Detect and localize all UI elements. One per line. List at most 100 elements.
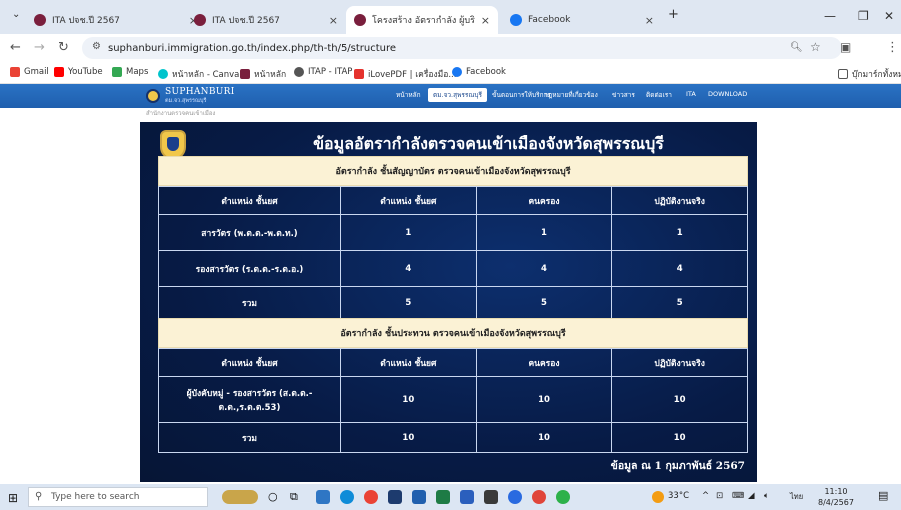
network-icon[interactable]: ⊡: [716, 491, 723, 501]
tab-label: ITA ปจช.ปี 2567: [52, 16, 120, 26]
tab-ita-1[interactable]: ITA ปจช.ปี 2567 ×: [26, 6, 206, 34]
site-logo[interactable]: SUPHANBURI ตม.จว.สุพรรณบุรี: [146, 86, 235, 106]
temperature[interactable]: 33°C: [668, 491, 689, 501]
close-icon[interactable]: ×: [481, 14, 490, 27]
zoom-icon[interactable]: 🔍︎: [790, 42, 803, 53]
news-widget-icon[interactable]: [222, 490, 258, 504]
police-badge-icon: [240, 69, 250, 79]
windows-taskbar: ⊞ ⚲ Type here to search ○ ⧉ 33°C ^ ⊡ ⌨ ◢…: [0, 484, 901, 510]
bookmark-youtube[interactable]: YouTube: [54, 67, 103, 77]
new-tab-button[interactable]: +: [668, 7, 679, 22]
canva-icon: [158, 69, 168, 79]
tab-search-icon[interactable]: ⌄: [12, 9, 20, 20]
excel-icon[interactable]: [436, 490, 450, 504]
column-header: ตำแหน่ง ชั้นยศ: [340, 186, 477, 215]
section-heading: อัตรากำลัง ชั้นสัญญาบัตร ตรวจคนเข้าเมือง…: [158, 156, 748, 186]
minimize-icon[interactable]: —: [824, 9, 836, 23]
close-window-icon[interactable]: ✕: [884, 9, 894, 23]
table-cell: รองสารวัตร (ร.ต.ต.-ร.ต.อ.): [158, 250, 341, 287]
cortana-icon[interactable]: ○: [268, 490, 278, 503]
volume-icon[interactable]: 🔈︎: [764, 491, 769, 501]
column-header: ตำแหน่ง ชั้นยศ: [340, 348, 477, 377]
app-icon[interactable]: [508, 490, 522, 504]
calculator-icon[interactable]: [484, 490, 498, 504]
clock[interactable]: 11:10 8/4/2567: [818, 486, 854, 508]
menu-services[interactable]: ขั้นตอนการให้บริการ: [492, 90, 551, 100]
noncommissioned-section: อัตรากำลัง ชั้นประทวน ตรวจคนเข้าเมืองจัง…: [158, 318, 748, 453]
bookmark-maps[interactable]: Maps: [112, 67, 148, 77]
chrome-icon[interactable]: [364, 490, 378, 504]
bookmark-facebook[interactable]: Facebook: [452, 67, 506, 77]
media-icon[interactable]: [532, 490, 546, 504]
close-icon[interactable]: ×: [329, 14, 338, 27]
menu-download[interactable]: DOWNLOAD: [708, 90, 747, 98]
menu-home[interactable]: หน้าหลัก: [396, 90, 421, 100]
weather-icon[interactable]: [652, 491, 664, 503]
forward-icon[interactable]: →: [34, 40, 45, 55]
windows-start-icon[interactable]: ⊞: [8, 491, 18, 505]
close-icon[interactable]: ×: [645, 14, 654, 27]
ime-icon[interactable]: ⌨: [732, 491, 744, 501]
menu-about[interactable]: ตม.จว.สุพรรณบุรี: [428, 88, 487, 102]
bookmark-home[interactable]: หน้าหลัก: [240, 67, 286, 81]
store-icon[interactable]: [412, 490, 426, 504]
bookmark-itap[interactable]: ITAP - ITAP: [294, 67, 352, 77]
bookmark-label: บุ๊กมาร์กทั้งหมด: [852, 70, 901, 80]
column-header: คนครอง: [475, 348, 613, 377]
menu-icon[interactable]: ⋮: [886, 40, 899, 55]
site-info-icon[interactable]: ⚙: [92, 41, 101, 52]
bookmark-gmail[interactable]: Gmail: [10, 67, 49, 77]
bookmark-ilovepdf[interactable]: iLovePDF | เครื่องมือ...: [354, 67, 456, 81]
table-cell: 4: [475, 250, 613, 287]
data-date-note: ข้อมูล ณ 1 กุมภาพันธ์ 2567: [610, 460, 745, 472]
mail-icon[interactable]: [388, 490, 402, 504]
url-text: suphanburi.immigration.go.th/index.php/t…: [108, 42, 397, 54]
table-cell: 10: [340, 422, 477, 453]
menu-ita[interactable]: ITA: [686, 90, 696, 98]
table-cell: 10: [475, 376, 613, 423]
all-bookmarks[interactable]: บุ๊กมาร์กทั้งหมด: [838, 67, 901, 81]
column-header: ปฏิบัติงานจริง: [611, 348, 748, 377]
tab-label: โครงสร้าง อัตรากำลัง ผู้บริหาร: [372, 16, 475, 26]
clock-date: 8/4/2567: [818, 498, 854, 507]
reload-icon[interactable]: ↻: [58, 40, 69, 55]
tab-ita-2[interactable]: ITA ปจช.ปี 2567 ×: [186, 6, 346, 34]
table-row: สารวัตร (พ.ต.ต.-พ.ต.ท.) 1 1 1: [158, 214, 748, 251]
tab-structure[interactable]: โครงสร้าง อัตรากำลัง ผู้บริหาร ×: [346, 6, 498, 34]
column-header: ปฏิบัติงานจริง: [611, 186, 748, 215]
address-bar[interactable]: ⚙ suphanburi.immigration.go.th/index.php…: [82, 37, 842, 59]
bookmarks-bar: Gmail YouTube Maps หน้าหลัก - Canva หน้า…: [0, 62, 901, 84]
commissioned-section: อัตรากำลัง ชั้นสัญญาบัตร ตรวจคนเข้าเมือง…: [158, 156, 748, 320]
bookmark-star-icon[interactable]: ☆: [810, 40, 821, 54]
menu-contact[interactable]: ติดต่อเรา: [646, 90, 672, 100]
restore-icon[interactable]: ❐: [858, 9, 869, 23]
facebook-icon: [452, 67, 462, 77]
tray-chevron-icon[interactable]: ^: [702, 491, 709, 501]
table-cell: ผู้บังคับหมู่ - รองสารวัตร (ส.ต.ต.-ด.ต.,…: [158, 376, 341, 423]
bookmark-canva[interactable]: หน้าหลัก - Canva: [158, 67, 239, 81]
taskbar-search-input[interactable]: ⚲ Type here to search: [28, 487, 208, 507]
language-indicator[interactable]: ไทย: [790, 491, 803, 503]
table-cell: 5: [611, 286, 748, 320]
notifications-icon[interactable]: ▤: [878, 489, 888, 502]
table-cell: 1: [611, 214, 748, 251]
wifi-icon[interactable]: ◢: [748, 491, 755, 501]
side-panel-icon[interactable]: ▣: [840, 40, 851, 54]
word-icon[interactable]: [460, 490, 474, 504]
tab-favicon-icon: [34, 14, 46, 26]
bookmark-label: Facebook: [466, 67, 506, 77]
edge-icon[interactable]: [340, 490, 354, 504]
youtube-icon: [54, 67, 64, 77]
task-view-icon[interactable]: ⧉: [290, 490, 298, 504]
menu-news[interactable]: ข่าวสาร: [612, 90, 635, 100]
tablet-app-icon[interactable]: [316, 490, 330, 504]
maps-icon: [112, 67, 122, 77]
table-cell: 1: [475, 214, 613, 251]
tab-facebook[interactable]: Facebook ×: [502, 6, 662, 34]
section-heading: อัตรากำลัง ชั้นประทวน ตรวจคนเข้าเมืองจัง…: [158, 318, 748, 348]
line-icon[interactable]: [556, 490, 570, 504]
menu-laws[interactable]: กฎหมายที่เกี่ยวข้อง: [544, 90, 598, 100]
browser-tab-strip: ⌄ ITA ปจช.ปี 2567 × ITA ปจช.ปี 2567 × โค…: [0, 0, 901, 34]
tab-label: ITA ปจช.ปี 2567: [212, 16, 280, 26]
back-icon[interactable]: ←: [10, 40, 21, 55]
